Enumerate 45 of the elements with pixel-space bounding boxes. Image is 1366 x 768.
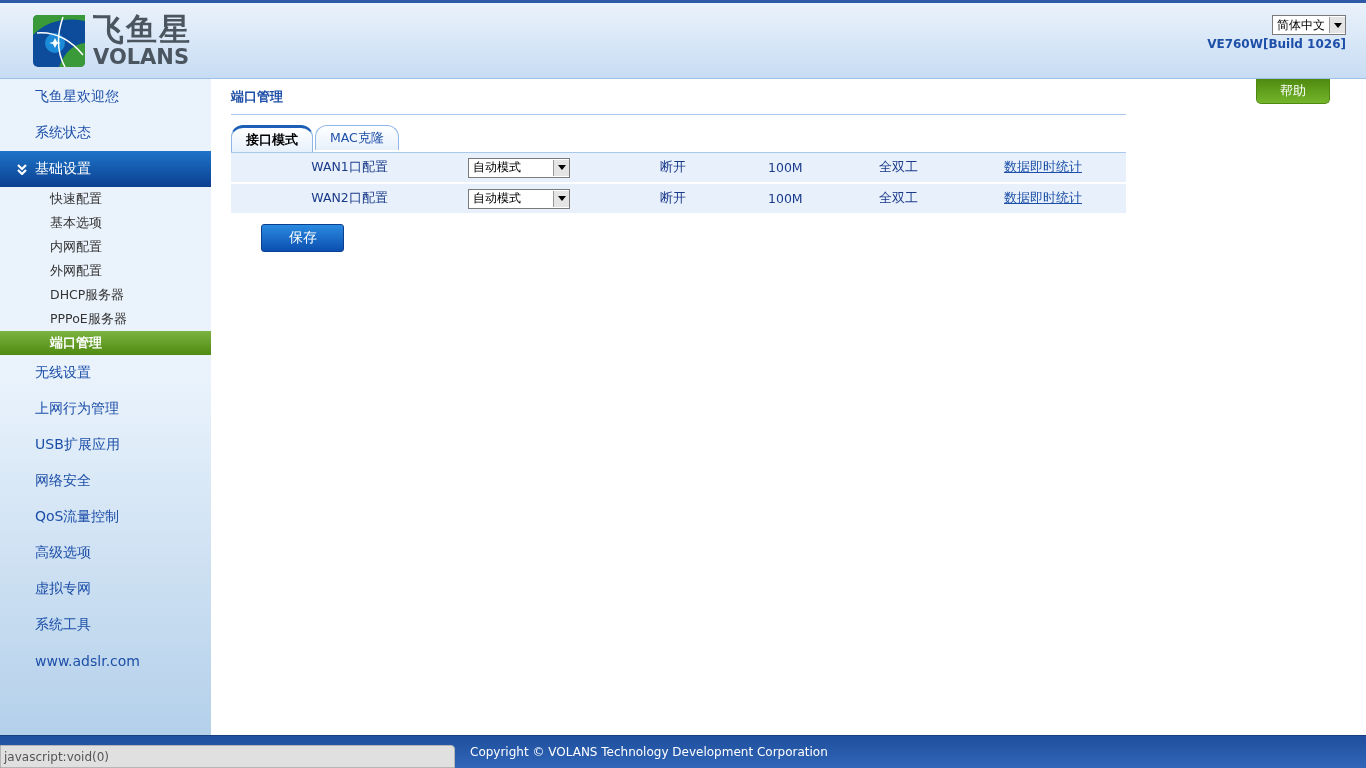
copyright-text: Copyright © VOLANS Technology Development Corporation xyxy=(470,745,828,759)
sidebar-item[interactable]: 上网行为管理 xyxy=(0,391,211,427)
logo-text: 飞鱼星 xyxy=(93,13,192,45)
tab[interactable]: 接口模式 xyxy=(231,125,313,152)
sidebar-item[interactable]: 虚拟专网 xyxy=(0,571,211,607)
logo-text: VOLANS xyxy=(93,46,191,68)
page-title: 端口管理 xyxy=(231,79,1126,115)
sidebar-item[interactable]: USB扩展应用 xyxy=(0,427,211,463)
dropdown-arrow-icon xyxy=(557,196,566,201)
sidebar-item[interactable]: 系统状态 xyxy=(0,115,211,151)
language-select[interactable]: 简体中文 xyxy=(1272,15,1346,35)
version-label: VE760W[Build 1026] xyxy=(1207,37,1346,51)
submenu-item[interactable]: 基本选项 xyxy=(0,211,211,235)
sidebar-item[interactable]: 系统工具 xyxy=(0,607,211,643)
link-status: 断开 xyxy=(660,190,686,207)
tab[interactable]: MAC克隆 xyxy=(315,125,399,150)
save-button[interactable]: 保存 xyxy=(261,224,344,252)
sidebar-item[interactable]: 网络安全 xyxy=(0,463,211,499)
logo-icon xyxy=(33,14,85,67)
double-chevron-icon xyxy=(17,163,27,175)
speed-value: 100M xyxy=(768,160,803,175)
submenu-item[interactable]: 内网配置 xyxy=(0,235,211,259)
dropdown-arrow-icon xyxy=(1333,22,1342,28)
sidebar-item[interactable]: 高级选项 xyxy=(0,535,211,571)
speed-value: 100M xyxy=(768,191,803,206)
submenu-item[interactable]: PPPoE服务器 xyxy=(0,307,211,331)
port-name: WAN1口配置 xyxy=(311,159,388,176)
sidebar-item[interactable]: www.adslr.com xyxy=(0,643,211,679)
submenu-item[interactable]: 快速配置 xyxy=(0,187,211,211)
sidebar-item[interactable]: QoS流量控制 xyxy=(0,499,211,535)
statistics-link[interactable]: 数据即时统计 xyxy=(1004,159,1126,176)
sidebar-item[interactable]: 无线设置 xyxy=(0,355,211,391)
statistics-link[interactable]: 数据即时统计 xyxy=(1004,190,1126,207)
duplex-value: 全双工 xyxy=(879,159,918,176)
duplex-value: 全双工 xyxy=(879,190,918,207)
submenu-item[interactable]: DHCP服务器 xyxy=(0,283,211,307)
sidebar-item[interactable]: 基础设置 xyxy=(0,151,211,187)
dropdown-arrow-icon xyxy=(557,165,566,170)
link-status: 断开 xyxy=(660,159,686,176)
submenu-item[interactable]: 外网配置 xyxy=(0,259,211,283)
port-name: WAN2口配置 xyxy=(311,190,388,207)
mode-select[interactable]: 自动模式 xyxy=(468,188,570,209)
sidebar-item[interactable]: 飞鱼星欢迎您 xyxy=(0,79,211,115)
status-bubble: javascript:void(0) xyxy=(0,745,455,768)
mode-select[interactable]: 自动模式 xyxy=(468,157,570,178)
